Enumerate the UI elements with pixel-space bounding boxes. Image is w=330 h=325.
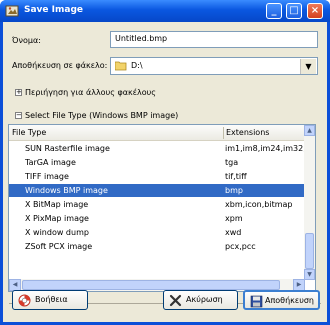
vertical-scroll-thumb[interactable] bbox=[305, 233, 314, 269]
column-divider[interactable] bbox=[223, 127, 224, 139]
save-button-label: Αποθήκευση bbox=[265, 296, 314, 305]
row-file-type: Windows BMP image bbox=[25, 186, 108, 195]
minimize-button[interactable]: _ bbox=[266, 3, 282, 19]
table-row[interactable]: ZSoft PCX image pcx,pcc bbox=[9, 240, 305, 253]
table-row[interactable]: X PixMap image xpm bbox=[9, 212, 305, 225]
row-file-type: X window dump bbox=[25, 228, 89, 237]
row-file-type: ZSoft PCX image bbox=[25, 242, 93, 251]
dropdown-arrow-icon[interactable]: ▼ bbox=[300, 59, 316, 74]
folder-icon bbox=[115, 61, 127, 71]
collapse-minus-icon: − bbox=[15, 111, 22, 119]
maximize-button[interactable]: □ bbox=[286, 3, 302, 19]
save-in-folder-value: D:\ bbox=[131, 61, 143, 70]
row-extensions: im1,im8,im24,im32,rs bbox=[225, 144, 305, 153]
row-extensions: tif,tiff bbox=[225, 172, 247, 181]
maximize-icon: □ bbox=[289, 5, 299, 16]
column-header-extensions[interactable]: Extensions bbox=[226, 128, 269, 137]
floppy-disk-icon bbox=[250, 295, 263, 308]
save-image-icon bbox=[5, 5, 19, 17]
close-button[interactable]: × bbox=[307, 3, 323, 19]
close-icon: × bbox=[310, 5, 320, 16]
minimize-icon: _ bbox=[271, 5, 277, 16]
save-in-folder-label: Αποθήκευση σε φάκελο: bbox=[12, 61, 108, 70]
filename-input-value: Untitled.bmp bbox=[115, 34, 168, 43]
name-label: Όνομα: bbox=[12, 36, 41, 45]
table-row[interactable]: TarGA image tga bbox=[9, 156, 305, 169]
horizontal-scroll-thumb[interactable] bbox=[22, 280, 280, 290]
scroll-down-icon[interactable]: ▼ bbox=[304, 269, 315, 280]
row-extensions: xwd bbox=[225, 228, 242, 237]
row-extensions: tga bbox=[225, 158, 239, 167]
table-row[interactable]: X BitMap image xbm,icon,bitmap bbox=[9, 198, 305, 211]
row-file-type: X BitMap image bbox=[25, 200, 89, 209]
x-cancel-icon bbox=[169, 294, 182, 307]
row-file-type: X PixMap image bbox=[25, 214, 89, 223]
file-type-list[interactable]: File Type Extensions SUN Rasterfile imag… bbox=[8, 124, 316, 292]
table-row[interactable]: SUN Rasterfile image im1,im8,im24,im32,r… bbox=[9, 142, 305, 155]
scroll-up-icon[interactable]: ▲ bbox=[304, 125, 315, 136]
table-row-selected[interactable]: Windows BMP image bmp bbox=[9, 184, 305, 197]
file-type-expander[interactable]: − Select File Type (Windows BMP image) bbox=[15, 111, 178, 120]
row-extensions: bmp bbox=[225, 186, 243, 195]
expand-plus-icon: + bbox=[15, 88, 22, 96]
save-in-folder-combo[interactable]: D:\ ▼ bbox=[110, 57, 318, 75]
help-button[interactable]: Βοήθεια bbox=[12, 290, 88, 310]
list-header: File Type Extensions bbox=[9, 125, 305, 141]
column-header-file-type[interactable]: File Type bbox=[12, 128, 46, 137]
filename-input[interactable]: Untitled.bmp bbox=[110, 31, 318, 48]
save-button[interactable]: Αποθήκευση bbox=[243, 290, 320, 310]
row-extensions: xpm bbox=[225, 214, 243, 223]
row-file-type: TIFF image bbox=[25, 172, 69, 181]
row-file-type: TarGA image bbox=[25, 158, 76, 167]
cancel-button-label: Ακύρωση bbox=[186, 295, 223, 304]
window-title: Save Image bbox=[24, 5, 84, 15]
table-row[interactable]: TIFF image tif,tiff bbox=[9, 170, 305, 183]
row-extensions: xbm,icon,bitmap bbox=[225, 200, 293, 209]
table-row[interactable]: X window dump xwd bbox=[9, 226, 305, 239]
cancel-button[interactable]: Ακύρωση bbox=[163, 290, 238, 310]
save-image-window: Save Image _ □ × Όνομα: Untitled.bmp Απο… bbox=[0, 0, 330, 325]
lifebuoy-icon bbox=[18, 294, 31, 307]
row-file-type: SUN Rasterfile image bbox=[25, 144, 110, 153]
help-button-label: Βοήθεια bbox=[35, 295, 68, 304]
browse-folders-label: Περιήγηση για άλλους φακέλους bbox=[25, 88, 156, 97]
vertical-scrollbar[interactable]: ▲ ▼ bbox=[304, 125, 315, 280]
row-extensions: pcx,pcc bbox=[225, 242, 256, 251]
dialog-body: Όνομα: Untitled.bmp Αποθήκευση σε φάκελο… bbox=[3, 22, 327, 322]
browse-folders-expander[interactable]: + Περιήγηση για άλλους φακέλους bbox=[15, 88, 156, 97]
title-bar[interactable]: Save Image _ □ × bbox=[0, 0, 330, 22]
file-type-label: Select File Type (Windows BMP image) bbox=[25, 111, 179, 120]
